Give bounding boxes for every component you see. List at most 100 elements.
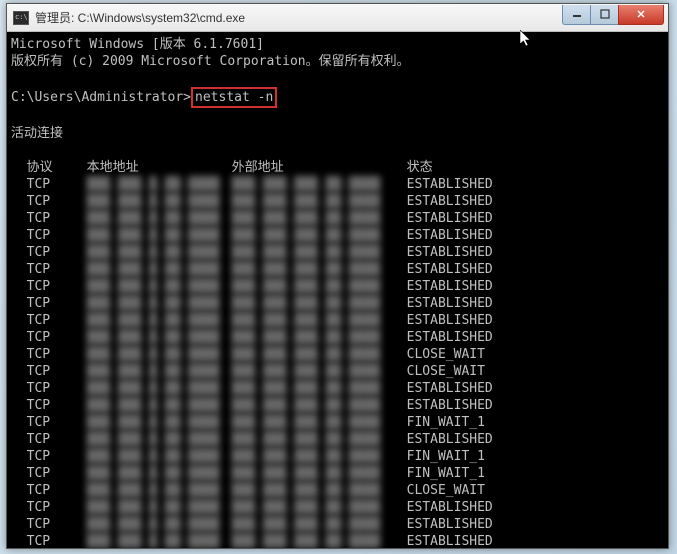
row-proto: TCP bbox=[27, 244, 87, 261]
row-foreign-blurred: ███.███.███.██:████ bbox=[232, 244, 407, 261]
row-state: ESTABLISHED bbox=[407, 312, 493, 329]
row-state: ESTABLISHED bbox=[407, 499, 493, 516]
row-state: CLOSE_WAIT bbox=[407, 346, 485, 363]
row-foreign-blurred: ███.███.███.██:████ bbox=[232, 278, 407, 295]
row-proto: TCP bbox=[27, 227, 87, 244]
row-foreign-blurred: ███.███.███.██:████ bbox=[232, 329, 407, 346]
window-title: 管理员: C:\Windows\system32\cmd.exe bbox=[35, 9, 562, 26]
row-proto: TCP bbox=[27, 278, 87, 295]
row-proto: TCP bbox=[27, 397, 87, 414]
minimize-button[interactable] bbox=[562, 5, 590, 25]
row-local-blurred: ███.███.█.██:████ bbox=[87, 346, 232, 363]
row-local-blurred: ███.███.█.██:████ bbox=[87, 431, 232, 448]
row-proto: TCP bbox=[27, 312, 87, 329]
row-state: FIN_WAIT_1 bbox=[407, 448, 485, 465]
row-proto: TCP bbox=[27, 465, 87, 482]
row-local-blurred: ███.███.█.██:████ bbox=[87, 516, 232, 533]
row-local-blurred: ███.███.█.██:████ bbox=[87, 448, 232, 465]
row-foreign-blurred: ███.███.███.██:████ bbox=[232, 295, 407, 312]
row-proto: TCP bbox=[27, 414, 87, 431]
row-state: ESTABLISHED bbox=[407, 516, 493, 533]
window-controls bbox=[562, 5, 664, 25]
row-state: CLOSE_WAIT bbox=[407, 363, 485, 380]
maximize-button[interactable] bbox=[590, 5, 618, 25]
row-local-blurred: ███.███.█.██:████ bbox=[87, 414, 232, 431]
row-state: ESTABLISHED bbox=[407, 380, 493, 397]
row-local-blurred: ███.███.█.██:████ bbox=[87, 465, 232, 482]
row-state: ESTABLISHED bbox=[407, 431, 493, 448]
row-proto: TCP bbox=[27, 448, 87, 465]
row-proto: TCP bbox=[27, 210, 87, 227]
row-state: CLOSE_WAIT bbox=[407, 482, 485, 499]
close-icon bbox=[636, 9, 646, 19]
row-state: ESTABLISHED bbox=[407, 397, 493, 414]
row-local-blurred: ███.███.█.██:████ bbox=[87, 295, 232, 312]
row-foreign-blurred: ███.███.███.██:████ bbox=[232, 227, 407, 244]
row-proto: TCP bbox=[27, 346, 87, 363]
row-proto: TCP bbox=[27, 295, 87, 312]
connection-rows: TCP███.███.█.██:███████.███.███.██:████E… bbox=[11, 176, 664, 548]
row-proto: TCP bbox=[27, 176, 87, 193]
row-foreign-blurred: ███.███.███.██:████ bbox=[232, 346, 407, 363]
maximize-icon bbox=[600, 9, 610, 19]
close-button[interactable] bbox=[618, 5, 664, 25]
version-line: Microsoft Windows [版本 6.1.7601] bbox=[11, 37, 264, 52]
row-local-blurred: ███.███.█.██:████ bbox=[87, 176, 232, 193]
row-local-blurred: ███.███.█.██:████ bbox=[87, 261, 232, 278]
row-proto: TCP bbox=[27, 261, 87, 278]
command-highlight: netstat -n bbox=[191, 87, 277, 108]
row-foreign-blurred: ███.███.███.██:████ bbox=[232, 482, 407, 499]
col-header-state: 状态 bbox=[407, 159, 433, 176]
row-local-blurred: ███.███.█.██:████ bbox=[87, 227, 232, 244]
row-state: FIN_WAIT_1 bbox=[407, 465, 485, 482]
row-foreign-blurred: ███.███.███.██:████ bbox=[232, 516, 407, 533]
row-foreign-blurred: ███.███.███.██:████ bbox=[232, 312, 407, 329]
row-proto: TCP bbox=[27, 193, 87, 210]
row-foreign-blurred: ███.███.███.██:████ bbox=[232, 363, 407, 380]
titlebar[interactable]: 管理员: C:\Windows\system32\cmd.exe bbox=[7, 4, 668, 32]
row-local-blurred: ███.███.█.██:████ bbox=[87, 363, 232, 380]
row-state: ESTABLISHED bbox=[407, 329, 493, 346]
row-local-blurred: ███.███.█.██:████ bbox=[87, 533, 232, 548]
row-local-blurred: ███.███.█.██:████ bbox=[87, 397, 232, 414]
row-foreign-blurred: ███.███.███.██:████ bbox=[232, 499, 407, 516]
row-proto: TCP bbox=[27, 380, 87, 397]
row-foreign-blurred: ███.███.███.██:████ bbox=[232, 414, 407, 431]
row-state: ESTABLISHED bbox=[407, 533, 493, 548]
row-foreign-blurred: ███.███.███.██:████ bbox=[232, 533, 407, 548]
row-proto: TCP bbox=[27, 363, 87, 380]
row-local-blurred: ███.███.█.██:████ bbox=[87, 482, 232, 499]
minimize-icon bbox=[572, 9, 582, 19]
row-local-blurred: ███.███.█.██:████ bbox=[87, 244, 232, 261]
row-foreign-blurred: ███.███.███.██:████ bbox=[232, 261, 407, 278]
prompt-path: C:\Users\Administrator> bbox=[11, 90, 191, 105]
row-local-blurred: ███.███.█.██:████ bbox=[87, 278, 232, 295]
console-output[interactable]: Microsoft Windows [版本 6.1.7601] 版权所有 (c)… bbox=[7, 32, 668, 548]
row-state: ESTABLISHED bbox=[407, 227, 493, 244]
col-header-foreign: 外部地址 bbox=[232, 159, 407, 176]
row-proto: TCP bbox=[27, 431, 87, 448]
row-state: ESTABLISHED bbox=[407, 244, 493, 261]
row-foreign-blurred: ███.███.███.██:████ bbox=[232, 210, 407, 227]
row-local-blurred: ███.███.█.██:████ bbox=[87, 210, 232, 227]
command-text: netstat -n bbox=[195, 90, 273, 105]
row-foreign-blurred: ███.███.███.██:████ bbox=[232, 380, 407, 397]
row-local-blurred: ███.███.█.██:████ bbox=[87, 499, 232, 516]
col-header-proto: 协议 bbox=[27, 159, 87, 176]
row-proto: TCP bbox=[27, 482, 87, 499]
section-title: 活动连接 bbox=[11, 126, 63, 141]
row-state: ESTABLISHED bbox=[407, 295, 493, 312]
row-foreign-blurred: ███.███.███.██:████ bbox=[232, 448, 407, 465]
row-state: ESTABLISHED bbox=[407, 210, 493, 227]
row-foreign-blurred: ███.███.███.██:████ bbox=[232, 397, 407, 414]
row-state: ESTABLISHED bbox=[407, 261, 493, 278]
cmd-icon bbox=[13, 11, 29, 25]
row-state: ESTABLISHED bbox=[407, 193, 493, 210]
cmd-window: 管理员: C:\Windows\system32\cmd.exe Microso… bbox=[6, 3, 669, 549]
row-foreign-blurred: ███.███.███.██:████ bbox=[232, 431, 407, 448]
row-state: ESTABLISHED bbox=[407, 278, 493, 295]
row-state: FIN_WAIT_1 bbox=[407, 414, 485, 431]
row-local-blurred: ███.███.█.██:████ bbox=[87, 329, 232, 346]
row-proto: TCP bbox=[27, 499, 87, 516]
row-proto: TCP bbox=[27, 516, 87, 533]
